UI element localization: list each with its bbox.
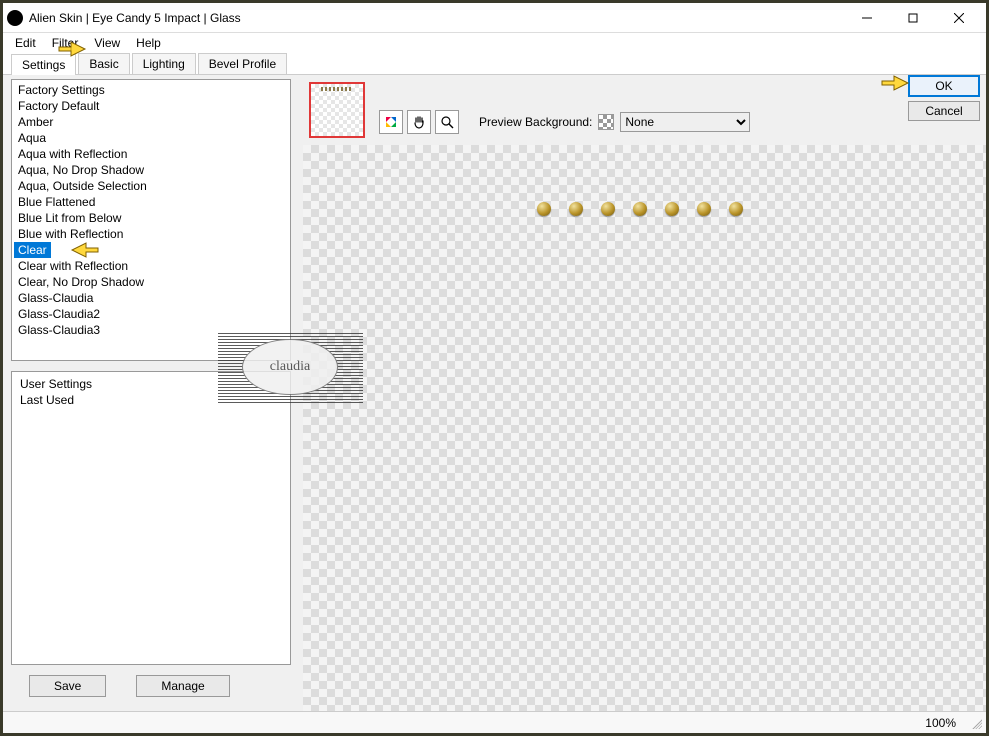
menu-view[interactable]: View bbox=[86, 34, 128, 52]
window-controls bbox=[844, 4, 982, 32]
window-title: Alien Skin | Eye Candy 5 Impact | Glass bbox=[29, 11, 844, 25]
tutorial-pointer-icon bbox=[70, 239, 100, 261]
preview-artwork bbox=[665, 202, 679, 216]
preset-item[interactable]: Blue with Reflection bbox=[14, 226, 288, 242]
preset-item[interactable]: Glass-Claudia3 bbox=[14, 322, 288, 338]
preset-item[interactable]: Factory Default bbox=[14, 98, 288, 114]
app-icon bbox=[7, 10, 23, 26]
tab-basic[interactable]: Basic bbox=[78, 53, 129, 74]
preset-item[interactable]: Aqua bbox=[14, 130, 288, 146]
user-settings-header: User Settings bbox=[16, 376, 286, 392]
close-button[interactable] bbox=[936, 4, 982, 32]
tab-bevel-profile[interactable]: Bevel Profile bbox=[198, 53, 287, 74]
preview-artwork bbox=[697, 202, 711, 216]
menu-help[interactable]: Help bbox=[128, 34, 169, 52]
user-settings-item[interactable]: Last Used bbox=[16, 392, 286, 408]
ok-button[interactable]: OK bbox=[908, 75, 980, 97]
preset-item[interactable]: Aqua with Reflection bbox=[14, 146, 288, 162]
preview-tool-group bbox=[379, 110, 459, 134]
tab-lighting[interactable]: Lighting bbox=[132, 53, 196, 74]
dialog-action-buttons: OK Cancel bbox=[908, 75, 980, 121]
main-area: Factory Settings Factory Default Amber A… bbox=[3, 75, 986, 711]
preset-item[interactable]: Blue Lit from Below bbox=[14, 210, 288, 226]
preview-artwork bbox=[569, 202, 583, 216]
menu-filter[interactable]: Filter bbox=[44, 34, 87, 52]
right-panel: Preview Background: None OK Cancel bbox=[303, 75, 986, 711]
manage-button[interactable]: Manage bbox=[136, 675, 229, 697]
maximize-button[interactable] bbox=[890, 4, 936, 32]
preset-item[interactable]: Glass-Claudia2 bbox=[14, 306, 288, 322]
status-bar: 100% bbox=[3, 711, 986, 733]
preset-item[interactable]: Glass-Claudia bbox=[14, 290, 288, 306]
preset-item-selected[interactable]: Clear bbox=[14, 242, 51, 258]
preview-artwork bbox=[729, 202, 743, 216]
pan-hand-tool[interactable] bbox=[407, 110, 431, 134]
preview-toolbar: Preview Background: None OK Cancel bbox=[303, 75, 986, 145]
preview-bg-row: Preview Background: None bbox=[479, 112, 750, 132]
tutorial-pointer-icon bbox=[880, 72, 910, 94]
menu-edit[interactable]: Edit bbox=[7, 34, 44, 52]
tab-settings[interactable]: Settings bbox=[11, 54, 76, 75]
preview-bg-label: Preview Background: bbox=[479, 115, 592, 129]
preset-item[interactable]: Aqua, No Drop Shadow bbox=[14, 162, 288, 178]
preset-action-row: Save Manage bbox=[11, 665, 295, 707]
preset-item[interactable]: Amber bbox=[14, 114, 288, 130]
preset-item[interactable]: Clear, No Drop Shadow bbox=[14, 274, 288, 290]
preview-artwork bbox=[601, 202, 615, 216]
menu-bar: Edit Filter View Help bbox=[3, 33, 986, 53]
user-settings-list[interactable]: User Settings Last Used bbox=[11, 371, 291, 665]
tab-bar: Settings Basic Lighting Bevel Profile bbox=[3, 53, 986, 75]
color-picker-tool[interactable] bbox=[379, 110, 403, 134]
cancel-button[interactable]: Cancel bbox=[908, 101, 980, 121]
preview-bg-select[interactable]: None bbox=[620, 112, 750, 132]
preset-item[interactable]: Blue Flattened bbox=[14, 194, 288, 210]
save-button[interactable]: Save bbox=[29, 675, 106, 697]
preset-item[interactable]: Aqua, Outside Selection bbox=[14, 178, 288, 194]
minimize-button[interactable] bbox=[844, 4, 890, 32]
title-bar: Alien Skin | Eye Candy 5 Impact | Glass bbox=[3, 3, 986, 33]
zoom-magnifier-tool[interactable] bbox=[435, 110, 459, 134]
preview-artwork bbox=[537, 202, 551, 216]
preview-bg-swatch[interactable] bbox=[598, 114, 614, 130]
preview-canvas[interactable] bbox=[303, 145, 986, 711]
left-panel: Factory Settings Factory Default Amber A… bbox=[3, 75, 303, 711]
preset-item[interactable]: Clear with Reflection bbox=[14, 258, 288, 274]
factory-settings-list[interactable]: Factory Settings Factory Default Amber A… bbox=[11, 79, 291, 361]
preview-navigator[interactable] bbox=[309, 82, 365, 138]
zoom-level: 100% bbox=[925, 716, 956, 730]
preview-artwork bbox=[633, 202, 647, 216]
factory-settings-header: Factory Settings bbox=[14, 82, 288, 98]
